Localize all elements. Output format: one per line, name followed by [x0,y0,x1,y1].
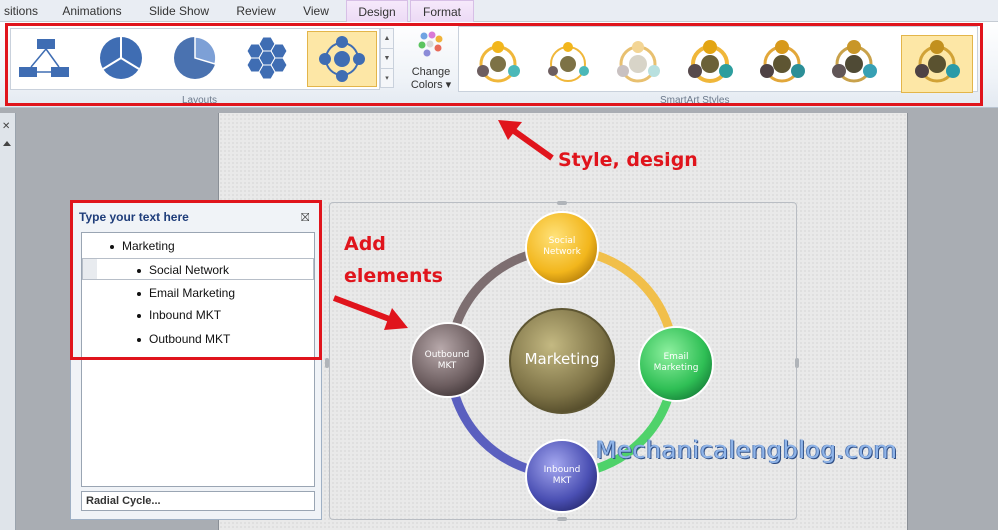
node-social-line1: Social [548,236,576,246]
tab-slide-show[interactable]: Slide Show [140,0,218,22]
node-label-social: Social Network [527,236,597,258]
resize-handle-right[interactable] [795,358,799,368]
slides-pane-edge: ✕ [0,113,16,530]
ribbon-highlight-box [5,23,983,106]
annotation-add-line1: Add [344,233,386,255]
tab-review[interactable]: Review [226,0,286,22]
node-label-inbound: Inbound MKT [527,465,597,487]
text-pane-footer-link[interactable]: Radial Cycle... [81,491,315,511]
tab-design[interactable]: Design [346,0,408,23]
node-inbound-line1: Inbound [543,465,581,475]
node-outbound-line2: MKT [437,361,457,371]
node-social-line2: Network [543,247,581,257]
center-label: Marketing [524,350,600,368]
watermark-text: Mechanicalengblog.com [596,436,898,464]
tab-transitions[interactable]: sitions [0,0,42,22]
node-inbound-line2: MKT [552,476,572,486]
tab-view[interactable]: View [294,0,338,22]
ribbon-tab-bar: sitions Animations Slide Show Review Vie… [0,0,998,23]
tab-format[interactable]: Format [410,0,474,22]
node-label-outbound: Outbound MKT [412,350,482,372]
node-label-email: Email Marketing [641,352,711,374]
annotation-style-design: Style, design [558,149,698,171]
tab-animations[interactable]: Animations [52,0,132,22]
node-email-line2: Marketing [653,363,699,373]
node-outbound-line1: Outbound [424,350,470,360]
annotation-add-line2: elements [344,265,443,287]
close-icon[interactable]: ✕ [2,121,10,132]
scroll-up-icon[interactable] [3,141,11,146]
node-email-line1: Email [663,352,689,362]
text-pane-highlight-box [70,200,322,360]
arrow-to-text-pane-icon [332,295,408,330]
resize-handle-left[interactable] [325,358,329,368]
arrow-to-ribbon-icon [498,120,554,161]
